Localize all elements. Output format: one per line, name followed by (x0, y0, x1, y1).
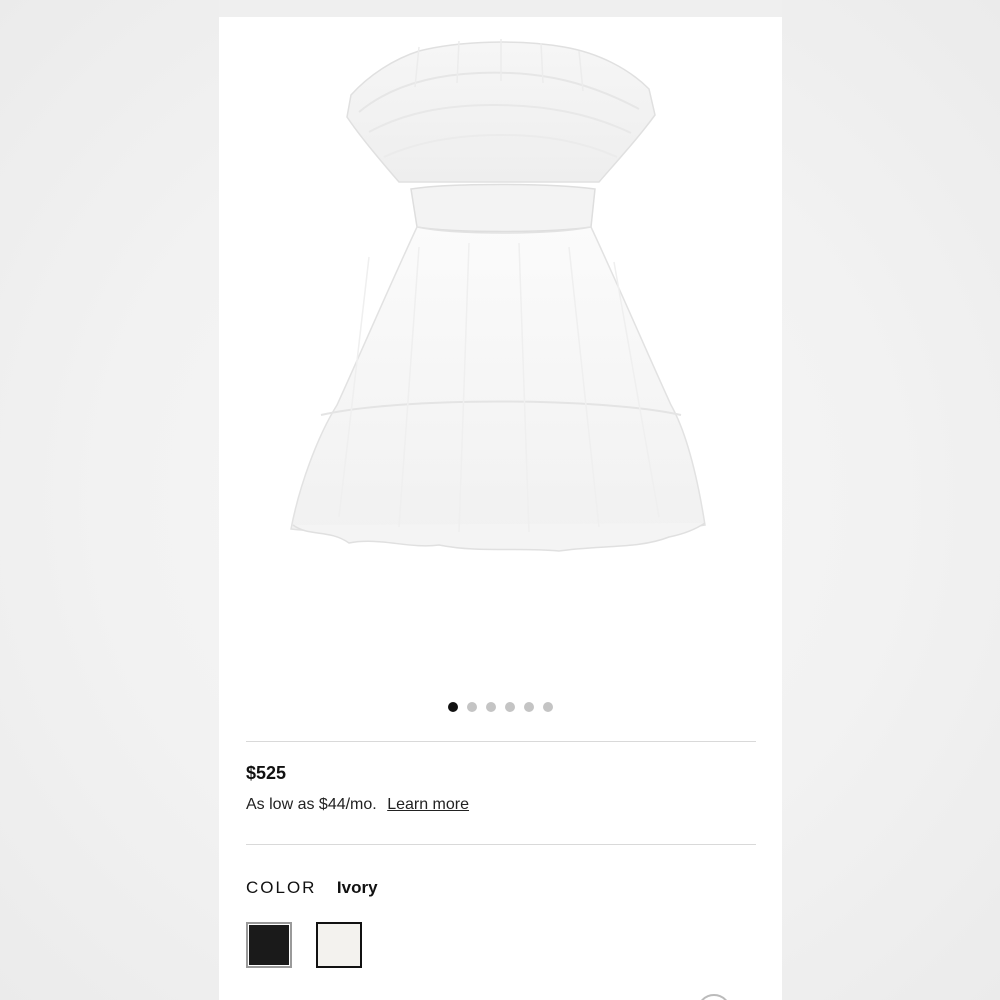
selected-color: Ivory (336, 878, 378, 897)
pager-dot-2[interactable] (467, 702, 477, 712)
pager-dot-6[interactable] (543, 702, 553, 712)
learn-more-link[interactable]: Learn more (387, 796, 469, 813)
divider (246, 741, 756, 742)
divider (246, 844, 756, 845)
product-page: $525 As low as $44/mo. Learn more COLOR … (219, 0, 782, 1000)
dress-illustration (290, 39, 706, 552)
top-bar (219, 0, 782, 17)
pager-dot-5[interactable] (524, 702, 534, 712)
color-swatch-ivory[interactable] (316, 922, 362, 968)
pager-dot-1[interactable] (448, 702, 458, 712)
swatch-inner-border (248, 924, 290, 966)
image-pager (219, 702, 782, 714)
partial-button[interactable] (697, 994, 731, 1000)
installment-info: As low as $44/mo. Learn more (246, 796, 469, 814)
installment-text: As low as $44/mo. (246, 796, 377, 813)
pager-dot-3[interactable] (486, 702, 496, 712)
color-swatch-black[interactable] (246, 922, 292, 968)
pager-dot-4[interactable] (505, 702, 515, 712)
product-image[interactable] (219, 17, 782, 687)
color-label: COLOR (246, 878, 317, 897)
product-price: $525 (246, 763, 287, 783)
color-selector: COLOR Ivory (246, 878, 378, 898)
